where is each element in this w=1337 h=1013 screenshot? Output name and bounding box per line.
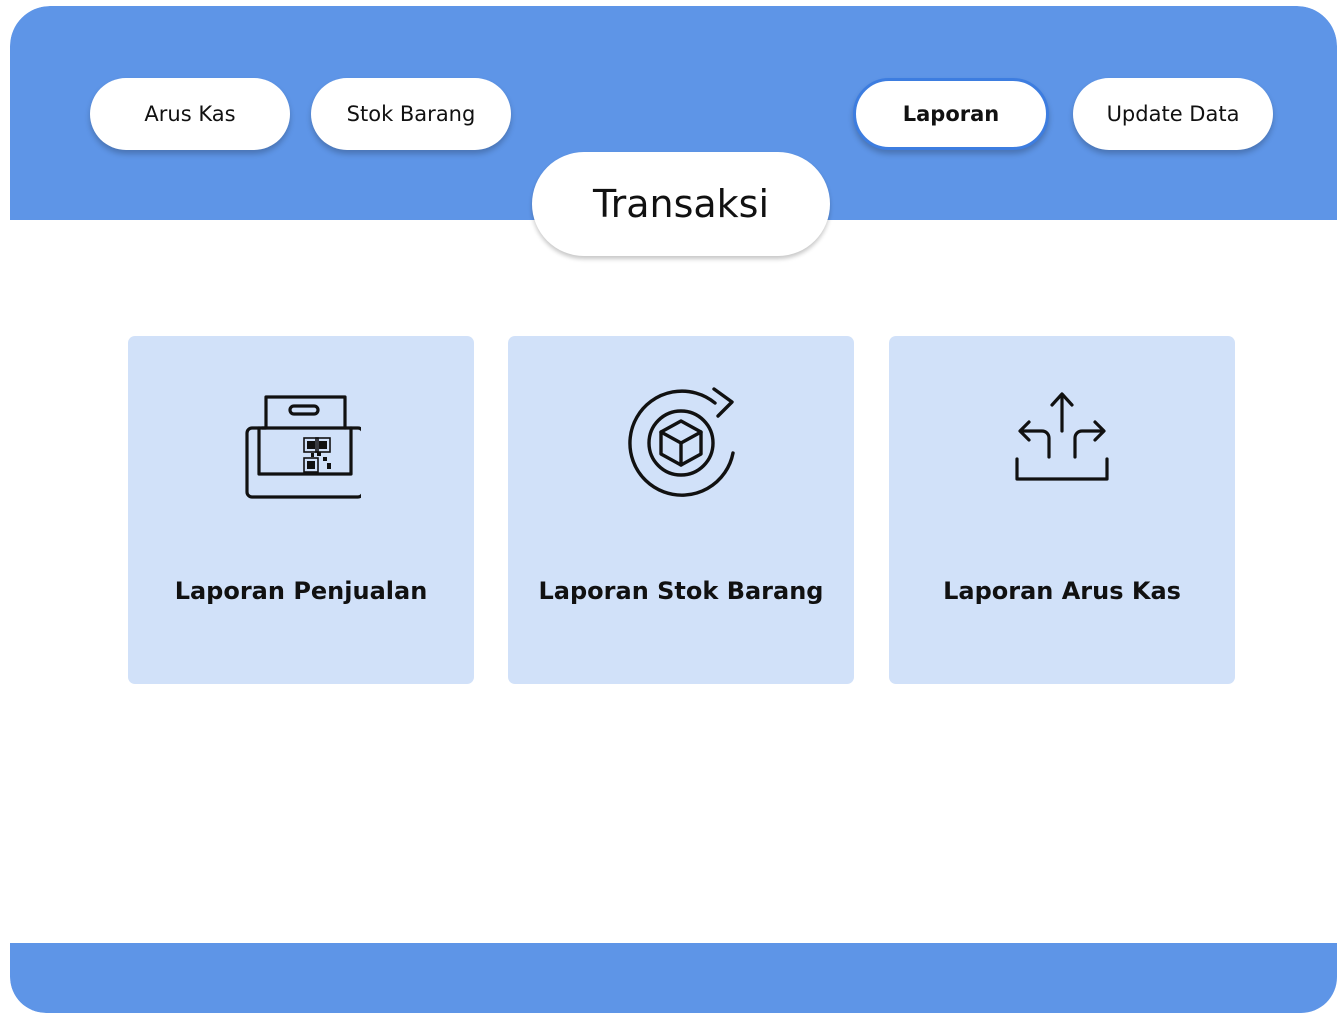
nav-update-data-button[interactable]: Update Data: [1073, 78, 1273, 150]
nav-laporan-button[interactable]: Laporan: [853, 78, 1049, 150]
card-label-laporan-stok-barang: Laporan Stok Barang: [538, 577, 824, 605]
card-laporan-penjualan[interactable]: Laporan Penjualan: [128, 336, 474, 684]
transaksi-label: Transaksi: [592, 182, 770, 226]
nav-stok-barang-button[interactable]: Stok Barang: [311, 78, 511, 150]
nav-laporan-label: Laporan: [902, 102, 1000, 126]
card-laporan-arus-kas[interactable]: Laporan Arus Kas: [889, 336, 1235, 684]
cash-register-qr-icon: [245, 395, 361, 499]
card-laporan-stok-barang[interactable]: Laporan Stok Barang: [508, 336, 854, 684]
nav-arus-kas-button[interactable]: Arus Kas: [90, 78, 290, 150]
box-refresh-icon: [628, 387, 735, 497]
split-arrows-icon: [1015, 392, 1109, 481]
nav-update-data-label: Update Data: [1106, 102, 1240, 126]
nav-arus-kas-label: Arus Kas: [144, 102, 236, 126]
nav-stok-barang-label: Stok Barang: [346, 102, 476, 126]
app-frame: Arus Kas Stok Barang Laporan Update Data…: [10, 6, 1337, 1013]
footer-band: [10, 943, 1337, 1013]
transaksi-button[interactable]: Transaksi: [532, 152, 830, 256]
card-label-laporan-arus-kas: Laporan Arus Kas: [943, 577, 1181, 605]
card-label-laporan-penjualan: Laporan Penjualan: [174, 577, 428, 605]
